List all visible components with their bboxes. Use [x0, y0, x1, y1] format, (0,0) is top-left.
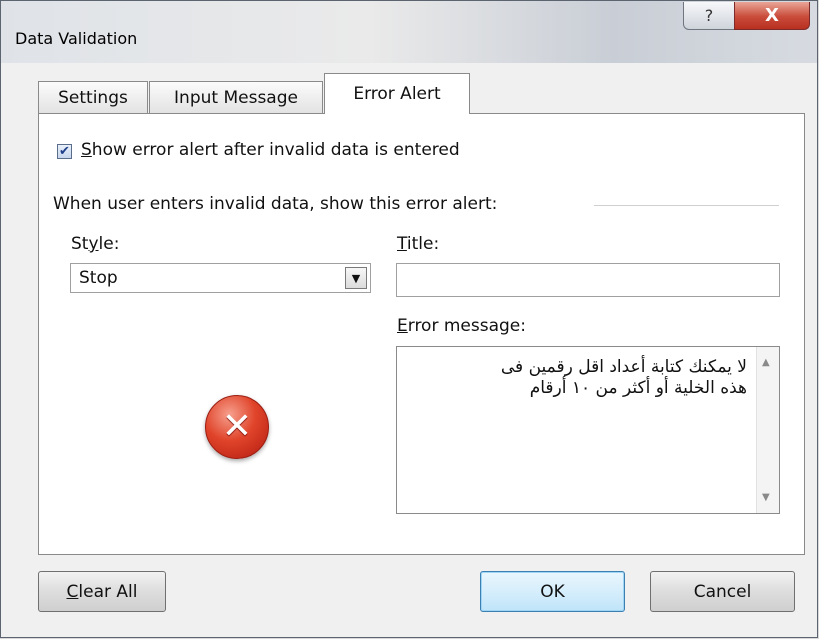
- scroll-up-arrow-icon[interactable]: ▲: [762, 357, 770, 368]
- style-dropdown[interactable]: Stop ▼: [70, 263, 371, 293]
- tab-error-alert-label: Error Alert: [353, 84, 441, 104]
- cancel-button[interactable]: Cancel: [650, 571, 795, 612]
- tab-error-alert[interactable]: Error Alert: [324, 73, 470, 114]
- stop-x-glyph: ✕: [221, 406, 253, 447]
- tab-input-message[interactable]: Input Message: [149, 81, 323, 113]
- dropdown-arrow-button[interactable]: ▼: [345, 267, 367, 289]
- window-title: Data Validation: [15, 29, 138, 48]
- help-button[interactable]: ?: [683, 2, 735, 30]
- group-divider: [594, 205, 779, 206]
- group-label: When user enters invalid data, show this…: [53, 194, 498, 214]
- tab-input-message-label: Input Message: [174, 87, 298, 108]
- ok-button[interactable]: OK: [480, 571, 625, 612]
- scroll-down-arrow-icon[interactable]: ▼: [762, 492, 770, 503]
- error-message-textarea[interactable]: لا يمكنك كتابة أعداد اقل رقمين فى هذه ال…: [396, 346, 780, 514]
- help-icon: ?: [704, 6, 714, 25]
- clear-all-label: Clear All: [66, 581, 138, 602]
- checkmark-icon: ✔: [59, 144, 70, 159]
- close-button[interactable]: X: [734, 2, 810, 30]
- show-error-alert-checkbox[interactable]: ✔: [57, 144, 72, 159]
- stop-error-icon: ✕: [205, 395, 269, 459]
- style-label: Style:: [71, 234, 120, 254]
- style-selected-value: Stop: [79, 268, 118, 288]
- error-message-label: Error message:: [397, 316, 526, 336]
- show-error-alert-label[interactable]: Show error alert after invalid data is e…: [81, 140, 460, 160]
- dialog-body: Settings Input Message Error Alert ✔ Sho…: [13, 63, 807, 626]
- error-message-text: لا يمكنك كتابة أعداد اقل رقمين فى هذه ال…: [500, 357, 747, 398]
- message-scrollbar[interactable]: ▲ ▼: [756, 347, 779, 513]
- clear-all-button[interactable]: Clear All: [38, 571, 166, 612]
- cancel-label: Cancel: [693, 581, 752, 602]
- close-icon: X: [765, 5, 779, 26]
- title-label: Title:: [397, 234, 440, 254]
- title-input[interactable]: [396, 263, 780, 297]
- error-alert-panel: ✔ Show error alert after invalid data is…: [38, 113, 805, 555]
- ok-label: OK: [540, 581, 565, 602]
- data-validation-dialog: Data Validation ? X Settings Input Messa…: [0, 0, 818, 638]
- title-bar: Data Validation ? X: [1, 1, 817, 63]
- tab-settings-label: Settings: [58, 87, 128, 108]
- chevron-down-icon: ▼: [351, 271, 361, 285]
- tab-settings[interactable]: Settings: [38, 81, 148, 113]
